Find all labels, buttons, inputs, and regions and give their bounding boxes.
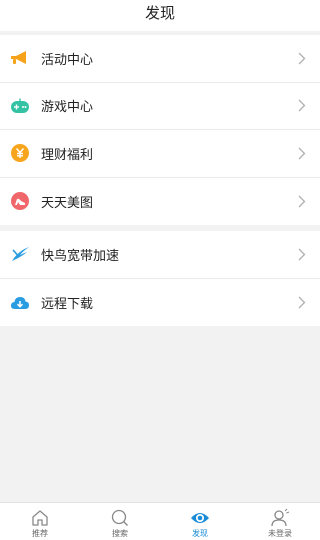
menu-item-activity-center[interactable]: 活动中心 (0, 35, 320, 83)
bottom-nav-bar: 推荐 搜索 发现 未登录 (0, 502, 320, 540)
chevron-right-icon (298, 248, 306, 261)
menu-item-game-center[interactable]: 游戏中心 (0, 83, 320, 130)
menu-item-broadband-boost[interactable]: 快鸟宽带加速 (0, 231, 320, 279)
menu-item-label: 天天美图 (41, 195, 94, 211)
menu-item-remote-download[interactable]: 远程下载 (0, 279, 320, 327)
menu-group-services: 活动中心 游戏中心 理财福利 天天美图 (0, 35, 320, 225)
search-icon (111, 509, 128, 526)
menu-item-finance-benefits[interactable]: 理财福利 (0, 130, 320, 178)
nav-tab-label: 发现 (192, 529, 208, 538)
high-heel-icon (10, 191, 30, 211)
nav-tab-profile[interactable]: 未登录 (240, 503, 320, 540)
chevron-right-icon (298, 296, 306, 309)
menu-item-label: 快鸟宽带加速 (41, 248, 120, 264)
megaphone-icon (10, 48, 30, 68)
menu-item-label: 远程下载 (41, 296, 94, 312)
chevron-right-icon (298, 52, 306, 65)
yuan-coin-icon (10, 143, 30, 163)
gamepad-icon (10, 96, 30, 116)
chevron-right-icon (298, 147, 306, 160)
menu-group-tools: 快鸟宽带加速 远程下载 (0, 231, 320, 326)
top-bar: 发现 (0, 0, 320, 31)
chevron-right-icon (298, 195, 306, 208)
menu-item-label: 活动中心 (41, 52, 94, 68)
menu-item-label: 游戏中心 (41, 100, 94, 116)
nav-tab-recommend[interactable]: 推荐 (0, 503, 80, 540)
nav-tab-discover[interactable]: 发现 (160, 503, 240, 540)
menu-item-daily-pictures[interactable]: 天天美图 (0, 178, 320, 226)
menu-item-label: 理财福利 (41, 147, 94, 163)
swift-bird-icon (10, 244, 30, 264)
user-icon (271, 508, 290, 527)
nav-tab-label: 未登录 (268, 529, 292, 538)
home-icon (32, 510, 48, 526)
chevron-right-icon (298, 99, 306, 112)
eye-icon (191, 513, 209, 523)
page-title: 发现 (144, 4, 175, 22)
nav-tab-label: 搜索 (112, 529, 128, 538)
cloud-download-icon (10, 292, 30, 312)
nav-tab-search[interactable]: 搜索 (80, 503, 160, 540)
nav-tab-label: 推荐 (32, 529, 48, 538)
